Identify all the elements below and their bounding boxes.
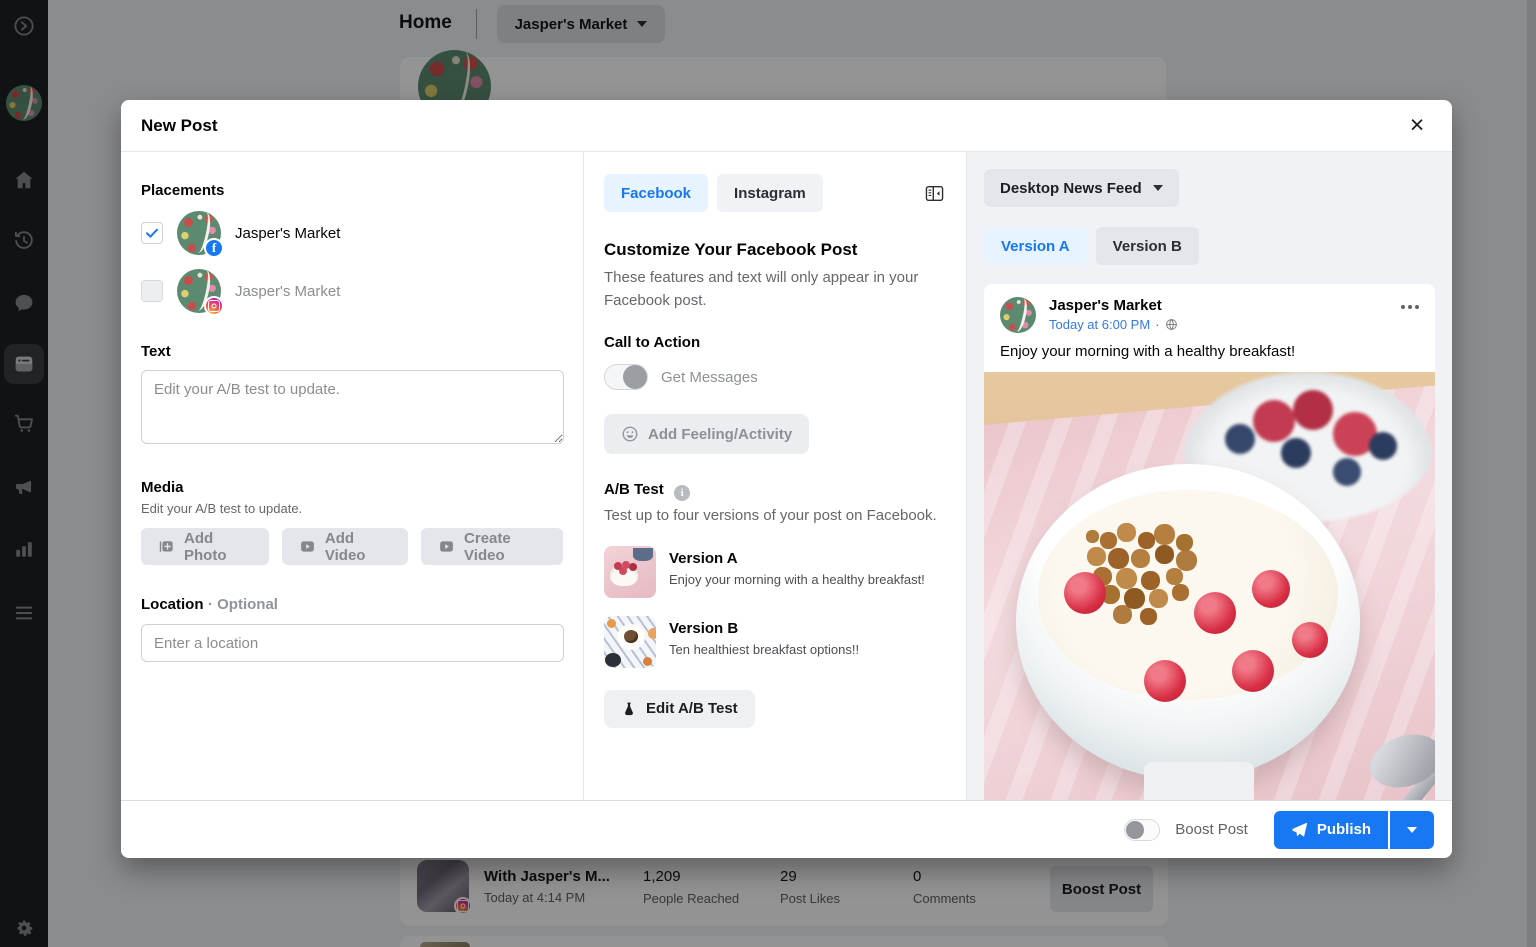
edit-ab-test-button[interactable]: Edit A/B Test	[604, 690, 755, 728]
add-photo-button[interactable]: Add Photo	[141, 528, 269, 565]
customize-column: Facebook Instagram Customize Your Facebo…	[584, 152, 967, 800]
media-buttons: Add Photo Add Video Create Video	[141, 528, 563, 565]
customize-description: These features and text will only appear…	[604, 267, 946, 312]
create-video-button[interactable]: Create Video	[421, 528, 563, 565]
smiley-icon	[621, 425, 639, 443]
preview-image	[984, 372, 1435, 800]
screen: Home Jasper's Market With Jasper's M... …	[0, 0, 1536, 947]
photo-icon	[158, 537, 175, 556]
publish-dropdown-button[interactable]	[1390, 811, 1434, 849]
media-hint: Edit your A/B test to update.	[141, 501, 563, 516]
more-options-icon[interactable]	[1401, 297, 1419, 309]
toggle-label: Get Messages	[661, 369, 758, 386]
ab-test-heading-row: A/B Test i	[604, 481, 946, 501]
tab-version-b[interactable]: Version B	[1096, 227, 1199, 265]
new-post-modal: New Post × Placements f Jasper's Market	[121, 100, 1452, 858]
chevron-down-icon	[1407, 827, 1417, 833]
ab-test-heading: A/B Test	[604, 481, 664, 498]
checkbox-unchecked-icon[interactable]	[141, 280, 163, 302]
close-icon[interactable]: ×	[1402, 111, 1432, 141]
post-text-input[interactable]	[141, 370, 564, 444]
video-icon	[438, 537, 455, 556]
version-text: Enjoy your morning with a healthy breakf…	[669, 572, 925, 587]
placement-facebook-row[interactable]: f Jasper's Market	[141, 209, 563, 257]
ab-test-description: Test up to four versions of your post on…	[604, 505, 946, 528]
placement-name: Jasper's Market	[235, 225, 340, 242]
version-a-row[interactable]: Version A Enjoy your morning with a heal…	[604, 546, 946, 598]
cta-toggle-row: Get Messages	[604, 364, 946, 390]
post-header: Jasper's Market Today at 6:00 PM ·	[984, 284, 1435, 341]
media-heading: Media	[141, 479, 563, 496]
collapse-panel-icon[interactable]	[922, 181, 946, 205]
placement-name: Jasper's Market	[235, 283, 340, 300]
preview-version-tabs: Version A Version B	[984, 227, 1435, 265]
modal-body: Placements f Jasper's Market Jasper'	[121, 152, 1452, 800]
post-message: Enjoy your morning with a healthy breakf…	[984, 341, 1435, 372]
post-page-name: Jasper's Market	[1049, 297, 1178, 314]
publish-button-group: Publish	[1274, 811, 1434, 849]
avatar: f	[177, 211, 221, 255]
avatar	[1000, 297, 1036, 333]
send-plane-icon	[1291, 821, 1308, 838]
version-b-thumbnail	[604, 616, 656, 668]
location-input[interactable]	[141, 624, 564, 662]
tab-instagram[interactable]: Instagram	[717, 174, 823, 212]
post-preview-card: Jasper's Market Today at 6:00 PM · Enjoy…	[984, 284, 1435, 800]
text-heading: Text	[141, 343, 563, 360]
version-a-thumbnail	[604, 546, 656, 598]
video-icon	[299, 537, 316, 556]
version-name: Version A	[669, 550, 925, 567]
add-feeling-activity-button[interactable]: Add Feeling/Activity	[604, 414, 809, 454]
placement-instagram-row[interactable]: Jasper's Market	[141, 267, 563, 315]
modal-title: New Post	[141, 116, 218, 136]
chevron-down-icon	[1153, 185, 1163, 191]
info-icon[interactable]: i	[674, 485, 690, 501]
tab-facebook[interactable]: Facebook	[604, 174, 708, 212]
modal-footer: Boost Post Publish	[121, 800, 1452, 858]
tab-version-a[interactable]: Version A	[984, 227, 1087, 265]
add-video-button[interactable]: Add Video	[282, 528, 408, 565]
version-text: Ten healthiest breakfast options!!	[669, 642, 859, 657]
version-b-row[interactable]: Version B Ten healthiest breakfast optio…	[604, 616, 946, 668]
preview-panel: Desktop News Feed Version A Version B Ja…	[967, 152, 1452, 800]
device-selector-button[interactable]: Desktop News Feed	[984, 169, 1179, 207]
location-heading: Location · Optional	[141, 596, 563, 614]
version-name: Version B	[669, 620, 859, 637]
cta-heading: Call to Action	[604, 334, 946, 351]
boost-post-label: Boost Post	[1175, 821, 1248, 838]
checkbox-checked-icon[interactable]	[141, 222, 163, 244]
placements-heading: Placements	[141, 182, 563, 199]
publish-button[interactable]: Publish	[1274, 811, 1388, 849]
instagram-badge-icon	[204, 296, 224, 316]
flask-icon	[621, 701, 637, 717]
globe-icon	[1165, 318, 1178, 331]
get-messages-toggle[interactable]	[604, 364, 648, 390]
avatar	[177, 269, 221, 313]
customize-heading: Customize Your Facebook Post	[604, 240, 946, 260]
modal-header: New Post ×	[121, 100, 1452, 152]
compose-column: Placements f Jasper's Market Jasper'	[121, 152, 584, 800]
network-tabs: Facebook Instagram	[604, 174, 946, 212]
facebook-badge-icon: f	[204, 238, 224, 258]
post-timestamp: Today at 6:00 PM ·	[1049, 317, 1178, 332]
boost-post-toggle[interactable]	[1124, 819, 1160, 841]
